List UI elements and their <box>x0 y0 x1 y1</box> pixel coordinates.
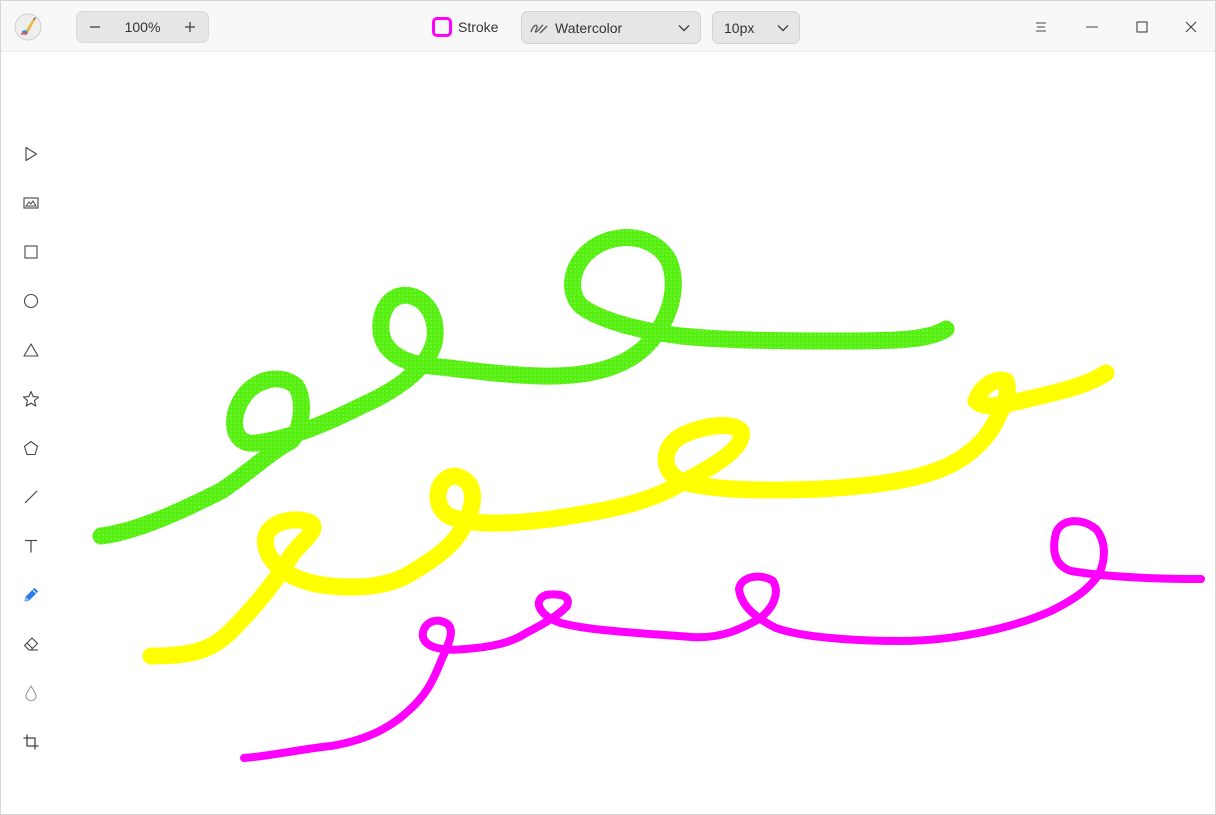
stroke-label: Stroke <box>458 19 499 35</box>
minus-icon <box>90 26 100 28</box>
minimize-button[interactable] <box>1077 12 1107 42</box>
image-icon <box>23 197 39 209</box>
app-logo-icon <box>13 12 43 42</box>
tools-sidebar <box>15 138 49 775</box>
star-icon <box>22 390 40 407</box>
chevron-down-icon <box>777 24 789 31</box>
stroke-color-swatch <box>432 17 452 37</box>
menu-button[interactable] <box>1026 12 1056 42</box>
eraser-icon <box>23 637 39 651</box>
brush-type-select[interactable]: Watercolor <box>521 11 701 44</box>
text-icon <box>25 539 37 553</box>
line-tool[interactable] <box>15 481 47 513</box>
maximize-button[interactable] <box>1127 12 1157 42</box>
brush-stroke-icon <box>530 23 548 33</box>
pentagon-icon <box>23 440 39 456</box>
select-tool[interactable] <box>15 138 47 170</box>
chevron-down-icon <box>678 24 690 31</box>
zoom-in-button[interactable] <box>172 12 208 42</box>
rectangle-tool[interactable] <box>15 236 47 268</box>
droplet-icon <box>25 684 37 702</box>
plus-icon <box>185 22 195 32</box>
brush-type-value: Watercolor <box>555 19 623 36</box>
crop-icon <box>23 734 39 750</box>
circle-icon <box>23 293 39 309</box>
triangle-icon <box>23 343 39 357</box>
zoom-value[interactable]: 100% <box>113 19 172 35</box>
eraser-tool[interactable] <box>15 628 47 660</box>
text-tool[interactable] <box>15 530 47 562</box>
square-icon <box>24 245 38 259</box>
pointer-icon <box>25 146 38 162</box>
titlebar: 100% Stroke Watercolor 10px <box>1 1 1215 52</box>
star-tool[interactable] <box>15 383 47 415</box>
magenta-stroke <box>240 517 1205 762</box>
triangle-tool[interactable] <box>15 334 47 366</box>
menu-icon <box>1036 22 1046 32</box>
crop-tool[interactable] <box>15 726 47 758</box>
image-tool[interactable] <box>15 187 47 219</box>
polygon-tool[interactable] <box>15 432 47 464</box>
close-icon <box>1185 21 1197 33</box>
app-window: 100% Stroke Watercolor 10px <box>0 0 1216 815</box>
pen-tool[interactable] <box>15 579 47 611</box>
minimize-icon <box>1086 26 1098 28</box>
stroke-color-picker[interactable]: Stroke <box>432 16 498 38</box>
ellipse-tool[interactable] <box>15 285 47 317</box>
zoom-out-button[interactable] <box>77 12 113 42</box>
line-icon <box>24 490 38 504</box>
brush-size-value: 10px <box>724 19 755 36</box>
close-button[interactable] <box>1176 12 1206 42</box>
maximize-icon <box>1136 21 1148 33</box>
drawing-canvas[interactable] <box>1 52 1215 814</box>
blur-tool[interactable] <box>15 677 47 709</box>
zoom-control: 100% <box>76 11 209 43</box>
brush-size-select[interactable]: 10px <box>712 11 800 44</box>
pencil-icon <box>24 588 38 602</box>
